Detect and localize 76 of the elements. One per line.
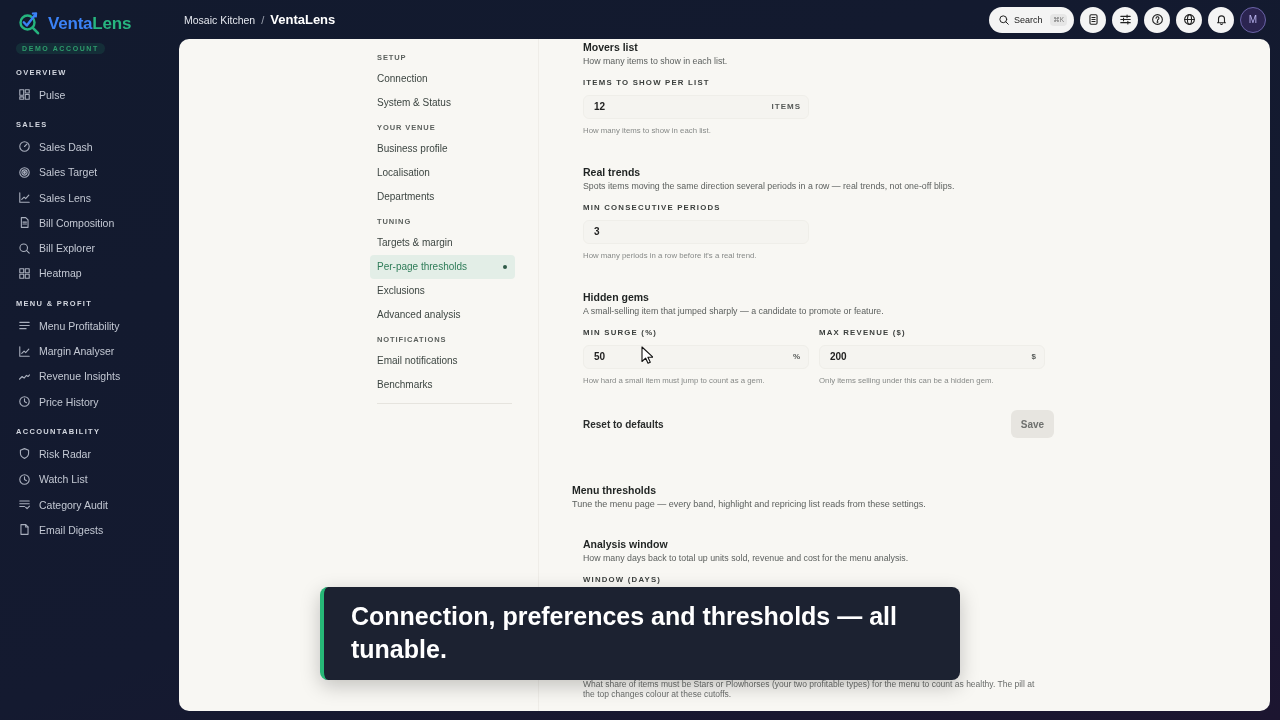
caption: Connection, preferences and thresholds — all tunable. [320, 587, 960, 680]
line-chart-icon [19, 192, 30, 204]
clock-icon [19, 396, 30, 408]
page-title: VentaLens [270, 12, 336, 27]
filters-button[interactable] [1112, 6, 1138, 33]
subsection-description: How many days back to total up units sold, revenue and cost for the menu analysis. [583, 551, 910, 564]
sidebar-item[interactable]: Watch List [16, 466, 167, 492]
settings-nav-item[interactable]: Targets & margin [370, 230, 515, 255]
subsection-description: Spots items moving the same direction several periods in a row — real trends, not one-off blips. [583, 180, 956, 192]
subsection-title: Hidden gems [583, 290, 650, 304]
settings-nav-item[interactable]: Localisation [370, 160, 515, 185]
sidebar-item[interactable]: Sales Target [16, 159, 167, 185]
file-icon [19, 524, 30, 536]
sidebar-item[interactable]: Bill Composition [16, 210, 167, 236]
gauge-icon [19, 141, 30, 153]
sidebar-item[interactable]: Risk Radar [16, 441, 167, 467]
document-icon [19, 217, 30, 229]
logo-text: VentaLens [48, 14, 132, 34]
settings-nav-item[interactable]: Advanced analysis [370, 302, 515, 327]
cursor-icon [641, 346, 653, 364]
breadcrumb-separator: / [261, 14, 265, 26]
sidebar-item[interactable]: Menu Profitability [16, 313, 167, 339]
subsection-description: What share of items must be Stars or Plowhorses (your two profitable types) for the menu to count as healthy. The pill at the top changes colour at these cutoffs. [583, 679, 1036, 699]
settings-nav-item[interactable]: Business profile [370, 136, 515, 161]
section-title: Menu thresholds [572, 482, 657, 497]
sidebar-item[interactable]: Category Audit [16, 491, 167, 518]
settings-nav-item[interactable]: System & Status [370, 90, 515, 115]
notes-button[interactable] [1080, 6, 1106, 33]
globe-icon [1183, 14, 1195, 25]
subsection-title: Analysis window [583, 536, 669, 551]
unit-label: $ [1031, 351, 1037, 362]
sidebar-item[interactable]: Bill Explorer [16, 235, 167, 261]
sidebar-item[interactable]: Price History [16, 388, 167, 415]
grid-icon [19, 267, 30, 279]
search-icon [19, 242, 30, 254]
help-icon [1151, 14, 1163, 25]
bell-icon [1215, 14, 1227, 25]
language-button[interactable] [1176, 6, 1202, 33]
sidebar-item[interactable]: Revenue Insights [16, 363, 167, 389]
settings-nav-item[interactable]: Connection [370, 66, 515, 91]
settings-nav-item[interactable]: Exclusions [370, 278, 515, 303]
subsection-description: How many items to show in each list. [583, 55, 729, 67]
subsection-title: Real trends [583, 165, 642, 179]
logo-icon [18, 12, 42, 36]
settings-nav-item[interactable]: Email notifications [370, 348, 515, 373]
unit-label: % [792, 351, 801, 362]
settings-nav-item[interactable]: Benchmarks [370, 372, 515, 397]
notifications-button[interactable] [1208, 6, 1234, 33]
sidebar-item[interactable]: Sales Lens [16, 184, 167, 211]
sidebar-item[interactable]: Pulse [16, 82, 167, 108]
sidebar-item[interactable]: Email Digests [16, 517, 167, 543]
document-icon [1087, 14, 1099, 25]
layout-icon [19, 89, 30, 101]
breadcrumb-link[interactable]: Mosaic Kitchen [184, 14, 256, 26]
number-input[interactable]: 3 [583, 219, 809, 244]
subsection-title: Movers list [583, 40, 639, 54]
line-chart-icon [19, 345, 30, 357]
checklist-icon [19, 499, 30, 510]
sidebar-item[interactable]: Sales Dash [16, 134, 167, 160]
list-icon [19, 320, 30, 332]
subsection-description: A small-selling item that jumped sharply — a candidate to promote or feature. [583, 305, 885, 317]
settings-nav-item[interactable]: Departments [370, 184, 515, 209]
reset-button[interactable]: Reset to defaults [583, 418, 664, 430]
section-description: Tune the menu page — every band, highlight and repricing list reads from these settings. [572, 497, 927, 510]
settings-nav-item[interactable]: Per-page thresholds [370, 254, 515, 279]
sidebar-item[interactable]: Margin Analyser [16, 338, 167, 364]
dot-icon [503, 264, 507, 269]
sliders-icon [1119, 14, 1131, 25]
clock-icon [19, 473, 30, 485]
avatar[interactable]: M [1240, 6, 1266, 33]
help-button[interactable] [1144, 6, 1170, 33]
unit-label: ITEMS [771, 101, 801, 112]
shield-icon [19, 448, 30, 460]
sidebar-item[interactable]: Heatmap [16, 260, 167, 287]
target-icon [19, 166, 30, 178]
search-icon [999, 14, 1009, 25]
